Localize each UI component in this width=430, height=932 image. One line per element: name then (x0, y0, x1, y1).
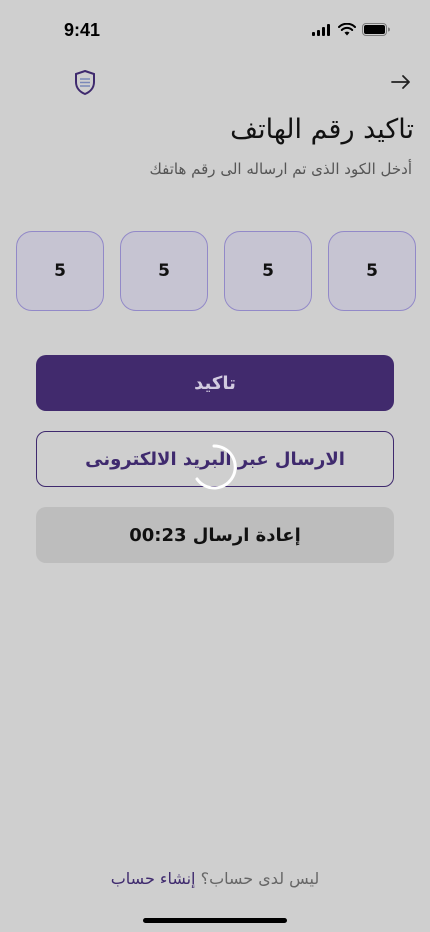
status-icons (312, 23, 390, 36)
otp-input-row: 5 5 5 5 (16, 231, 416, 311)
back-arrow-icon[interactable] (390, 72, 412, 92)
otp-digit-2[interactable]: 5 (224, 231, 312, 311)
battery-icon (362, 23, 390, 36)
otp-digit-3[interactable]: 5 (120, 231, 208, 311)
page-subtitle: أدخل الكود الذى تم ارساله الى رقم هاتفك (149, 160, 413, 178)
resend-code-button[interactable]: إعادة ارسال 00:23 (36, 507, 394, 563)
loading-spinner-icon (195, 444, 237, 490)
status-time: 9:41 (64, 20, 101, 40)
resend-code-label: إعادة ارسال 00:23 (129, 524, 301, 546)
app-logo (38, 66, 98, 100)
home-indicator (143, 918, 287, 923)
status-bar: 9:41 (0, 0, 430, 64)
top-bar (0, 62, 430, 102)
confirm-button-label: تاكيد (194, 372, 236, 394)
shield-logo-icon (75, 70, 95, 96)
confirm-button[interactable]: تاكيد (36, 355, 394, 411)
cellular-signal-icon (312, 23, 330, 36)
signup-question: ليس لدى حساب؟ (200, 869, 320, 888)
create-account-link[interactable]: إنشاء حساب (111, 869, 196, 888)
page-title: تاكيد رقم الهاتف (230, 114, 414, 145)
otp-digit-1[interactable]: 5 (328, 231, 416, 311)
otp-digit-4[interactable]: 5 (16, 231, 104, 311)
signup-prompt: ليس لدى حساب؟ إنشاء حساب (0, 869, 430, 888)
wifi-icon (338, 23, 356, 36)
